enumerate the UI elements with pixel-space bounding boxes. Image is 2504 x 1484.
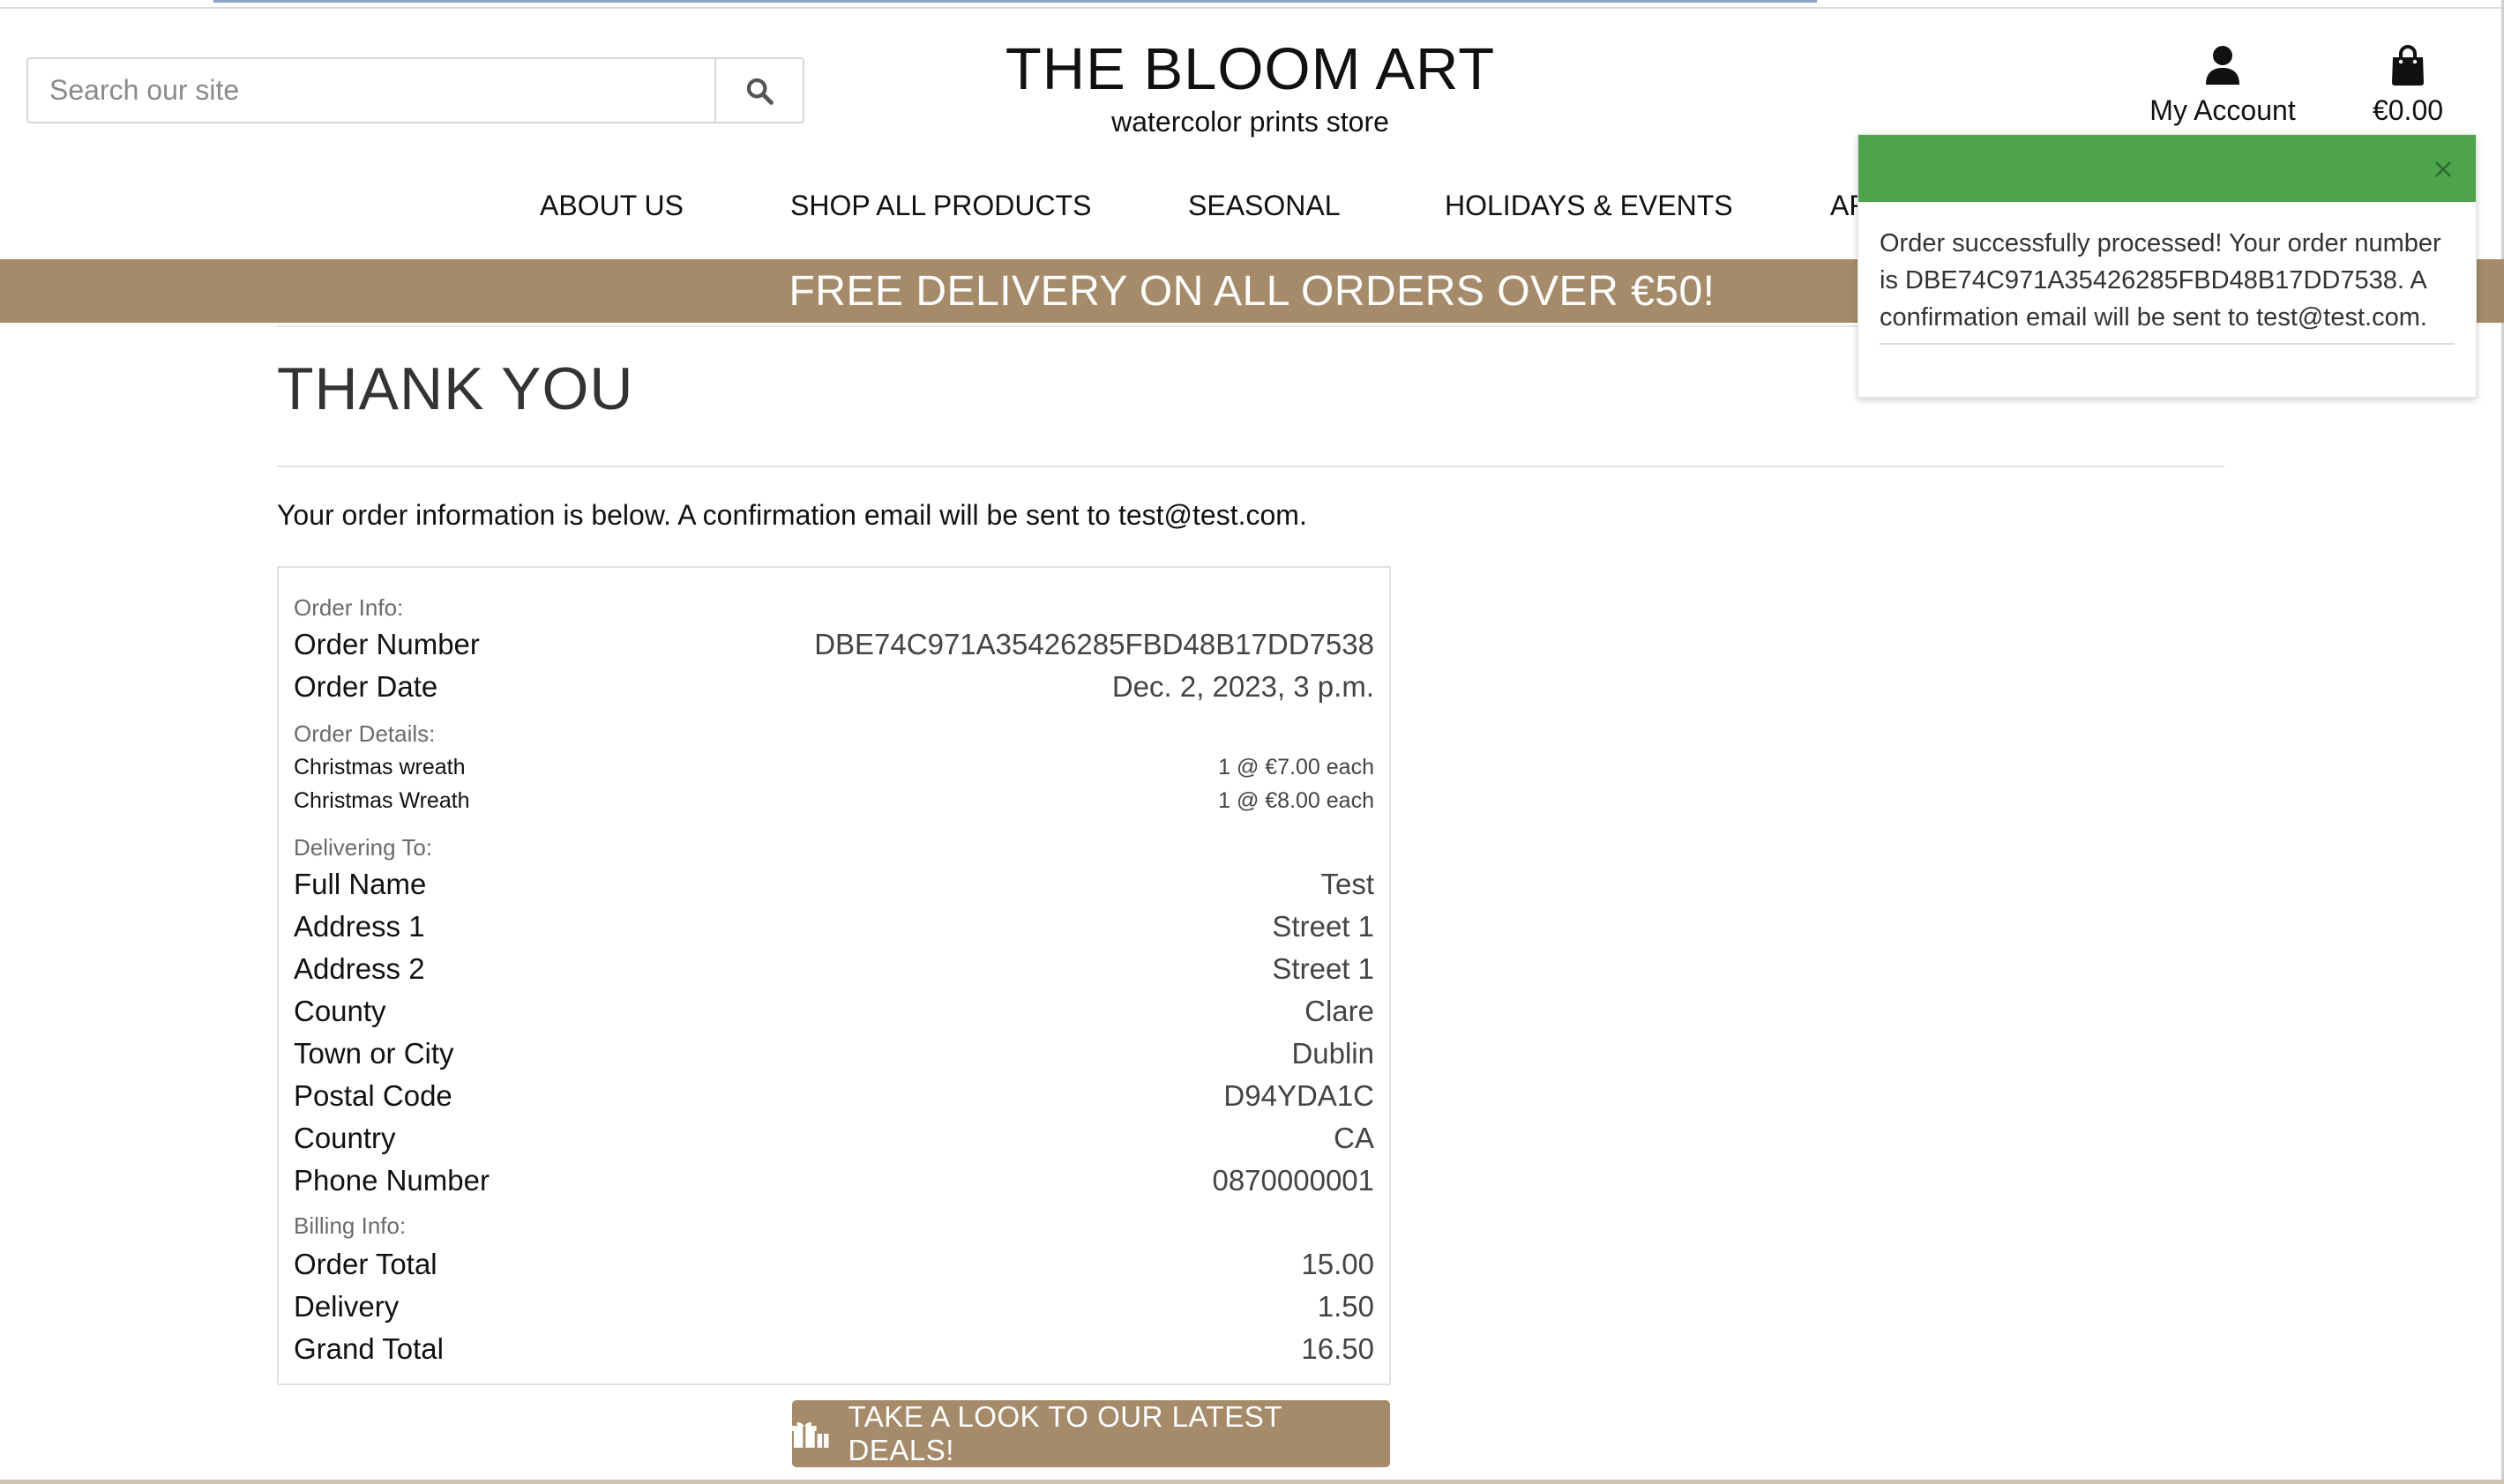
footer-edge bbox=[0, 1480, 2504, 1484]
address2-value: Street 1 bbox=[1272, 952, 1374, 985]
nav-shop-all-products[interactable]: SHOP ALL PRODUCTS bbox=[790, 190, 1091, 222]
order-number-label: Order Number bbox=[294, 628, 480, 660]
nav-seasonal[interactable]: SEASONAL bbox=[1188, 190, 1341, 222]
toast-header bbox=[1858, 135, 2476, 202]
order-number-value: DBE74C971A35426285FBD48B17DD7538 bbox=[814, 628, 1374, 660]
address1-label: Address 1 bbox=[294, 910, 425, 943]
town-value: Dublin bbox=[1291, 1037, 1374, 1070]
search-icon bbox=[746, 78, 774, 105]
order-info-label: Order Info: bbox=[294, 594, 404, 621]
delivery-row: Postal Code D94YDA1C bbox=[294, 1079, 1374, 1113]
grand-total-label: Grand Total bbox=[294, 1332, 444, 1365]
billing-row: Grand Total 16.50 bbox=[294, 1332, 1374, 1366]
phone-value: 0870000001 bbox=[1212, 1164, 1374, 1197]
gift-icon bbox=[792, 1421, 829, 1448]
delivery-value: 1.50 bbox=[1317, 1290, 1374, 1323]
shopping-bag-link[interactable]: €0.00 bbox=[2346, 44, 2470, 127]
search-button[interactable] bbox=[714, 59, 803, 122]
toast-message: Order successfully processed! Your order… bbox=[1880, 229, 2441, 332]
delivery-row: Full Name Test bbox=[294, 868, 1374, 901]
billing-info-label: Billing Info: bbox=[294, 1212, 407, 1239]
order-date-row: Order Date Dec. 2, 2023, 3 p.m. bbox=[294, 670, 1374, 704]
postal-code-value: D94YDA1C bbox=[1223, 1079, 1374, 1112]
grand-total-value: 16.50 bbox=[1301, 1332, 1374, 1365]
billing-row: Order Total 15.00 bbox=[294, 1248, 1374, 1281]
order-date-value: Dec. 2, 2023, 3 p.m. bbox=[1111, 670, 1374, 703]
order-item-qty: 1 @ €8.00 each bbox=[1218, 788, 1374, 813]
order-item-name: Christmas Wreath bbox=[294, 788, 470, 813]
success-toast: Order successfully processed! Your order… bbox=[1857, 134, 2477, 398]
nav-about-us[interactable]: ABOUT US bbox=[540, 190, 684, 222]
country-value: CA bbox=[1334, 1122, 1374, 1154]
order-total-value: 15.00 bbox=[1301, 1248, 1374, 1280]
address1-value: Street 1 bbox=[1272, 910, 1374, 943]
full-name-value: Test bbox=[1320, 868, 1374, 900]
order-total-label: Order Total bbox=[294, 1248, 437, 1280]
shopping-bag-icon bbox=[2392, 45, 2424, 86]
order-number-row: Order Number DBE74C971A35426285FBD48B17D… bbox=[294, 628, 1374, 661]
order-intro-text: Your order information is below. A confi… bbox=[277, 499, 1307, 531]
full-name-label: Full Name bbox=[294, 868, 427, 900]
order-details-label: Order Details: bbox=[294, 720, 436, 747]
order-item-row: Christmas wreath 1 @ €7.00 each bbox=[294, 755, 1374, 780]
order-summary-box: Order Info: Order Number DBE74C971A35426… bbox=[277, 566, 1391, 1385]
nav-holidays-events[interactable]: HOLIDAYS & EVENTS bbox=[1445, 190, 1733, 222]
loading-bar bbox=[213, 0, 1817, 3]
delivery-row: Address 1 Street 1 bbox=[294, 910, 1374, 943]
latest-deals-button[interactable]: TAKE A LOOK TO OUR LATEST DEALS! bbox=[792, 1400, 1390, 1467]
delivery-row: Address 2 Street 1 bbox=[294, 952, 1374, 986]
postal-code-label: Postal Code bbox=[294, 1079, 452, 1112]
top-edge bbox=[0, 0, 2504, 9]
user-icon bbox=[2206, 46, 2239, 85]
delivery-row: Country CA bbox=[294, 1122, 1374, 1155]
search-form bbox=[26, 57, 804, 123]
my-account-link[interactable]: My Account bbox=[2117, 44, 2328, 127]
order-date-label: Order Date bbox=[294, 670, 438, 703]
brand-logo[interactable]: THE BLOOM ART watercolor prints store bbox=[882, 34, 1618, 139]
order-item-qty: 1 @ €7.00 each bbox=[1218, 755, 1374, 779]
delivery-row: County Clare bbox=[294, 995, 1374, 1028]
county-label: County bbox=[294, 995, 386, 1027]
page-title: THANK YOU bbox=[277, 355, 634, 422]
my-account-label: My Account bbox=[2149, 94, 2296, 126]
delivering-to-label: Delivering To: bbox=[294, 834, 433, 861]
town-label: Town or City bbox=[294, 1037, 454, 1070]
search-input[interactable] bbox=[28, 59, 714, 122]
toast-divider bbox=[1880, 343, 2455, 345]
delivery-row: Town or City Dublin bbox=[294, 1037, 1374, 1070]
divider bbox=[277, 466, 2224, 467]
county-value: Clare bbox=[1304, 995, 1374, 1027]
phone-label: Phone Number bbox=[294, 1164, 490, 1197]
order-item-name: Christmas wreath bbox=[294, 755, 466, 779]
order-item-row: Christmas Wreath 1 @ €8.00 each bbox=[294, 788, 1374, 814]
country-label: Country bbox=[294, 1122, 396, 1154]
billing-row: Delivery 1.50 bbox=[294, 1290, 1374, 1324]
brand-subtitle: watercolor prints store bbox=[1111, 106, 1389, 138]
delivery-row: Phone Number 0870000001 bbox=[294, 1164, 1374, 1197]
close-icon[interactable] bbox=[2430, 156, 2456, 183]
brand-title: THE BLOOM ART bbox=[1005, 36, 1496, 102]
latest-deals-label: TAKE A LOOK TO OUR LATEST DEALS! bbox=[848, 1400, 1282, 1466]
bag-total: €0.00 bbox=[2372, 94, 2444, 126]
address2-label: Address 2 bbox=[294, 952, 425, 985]
banner-text: FREE DELIVERY ON ALL ORDERS OVER €50! bbox=[789, 267, 1715, 315]
delivery-label: Delivery bbox=[294, 1290, 400, 1323]
